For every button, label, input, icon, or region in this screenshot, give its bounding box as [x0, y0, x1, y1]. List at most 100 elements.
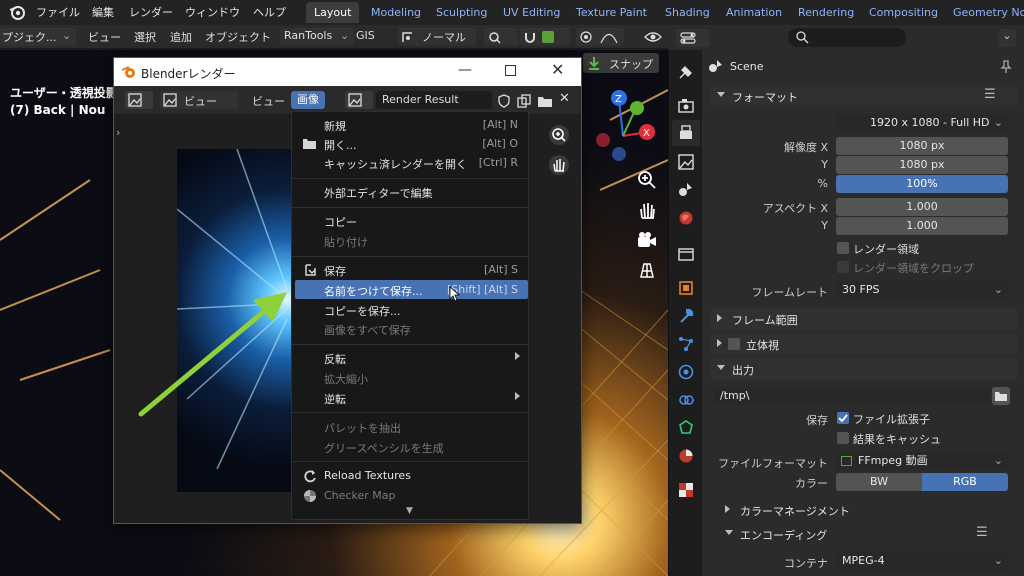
rantools-dropdown[interactable]: RanTools ⌄: [280, 28, 354, 46]
chevron-down-icon[interactable]: ⌄: [998, 29, 1016, 47]
menu-item-invert[interactable]: 反転: [292, 348, 528, 367]
menu-view[interactable]: ビュー: [88, 29, 121, 45]
camera-view-icon[interactable]: [636, 230, 658, 250]
duplicate-icon[interactable]: [517, 94, 531, 108]
render-window-titlebar[interactable]: Blenderレンダー — ✕: [114, 58, 581, 86]
folder-icon[interactable]: [537, 94, 553, 108]
file-format-dropdown[interactable]: FFmpeg 動画 ⌄: [836, 452, 1008, 470]
pin-icon[interactable]: [1000, 60, 1012, 74]
snap-button[interactable]: スナップ: [583, 53, 659, 73]
tab-layout[interactable]: Layout: [306, 2, 360, 23]
color-management-subsection[interactable]: カラーマネージメント: [718, 499, 1018, 521]
menu-edit[interactable]: 編集: [92, 4, 114, 20]
maximize-button[interactable]: [505, 65, 516, 76]
menu-item-open-cached-render[interactable]: キャッシュ済レンダーを開く [Ctrl] R: [292, 153, 528, 172]
stereoscopy-checkbox[interactable]: [728, 338, 740, 350]
resolution-percent-slider[interactable]: 100%: [836, 175, 1008, 193]
tab-animation[interactable]: Animation: [718, 2, 790, 23]
pivot-dropdown[interactable]: [484, 28, 518, 46]
format-preset-dropdown[interactable]: 1920 x 1080 - Full HD ⌄: [836, 114, 1008, 132]
menu-item-copy[interactable]: コピー: [292, 211, 528, 230]
tab-modeling[interactable]: Modeling: [363, 2, 429, 23]
output-section-header[interactable]: 出力: [710, 358, 1018, 380]
view-layer-tab-icon[interactable]: [678, 154, 694, 170]
format-section-header[interactable]: フォーマット ☰: [710, 85, 1018, 107]
menu-item-new[interactable]: 新規 [Alt] N: [292, 115, 528, 134]
editor-type-dropdown[interactable]: [125, 91, 153, 109]
tab-rendering[interactable]: Rendering: [790, 2, 862, 23]
resolution-y-field[interactable]: 1080 px: [836, 156, 1008, 174]
image-browse-button[interactable]: [345, 91, 373, 109]
tab-sculpting[interactable]: Sculpting: [428, 2, 495, 23]
menu-item-save-copy[interactable]: コピーを保存...: [292, 300, 528, 319]
menu-window[interactable]: ウィンドウ: [185, 4, 240, 20]
menu-select[interactable]: 選択: [134, 29, 156, 45]
blender-logo-icon[interactable]: [8, 3, 26, 21]
particles-tab-icon[interactable]: [678, 336, 694, 352]
encoding-subsection[interactable]: エンコーディング ☰: [718, 523, 1018, 545]
world-tab-icon[interactable]: [678, 210, 694, 226]
frame-range-section-header[interactable]: フレーム範囲: [710, 308, 1018, 330]
tab-uv-editing[interactable]: UV Editing: [495, 2, 568, 23]
modifier-wrench-icon[interactable]: [678, 308, 694, 324]
object-tab-icon[interactable]: [678, 280, 694, 296]
zoom-icon[interactable]: [548, 124, 570, 146]
data-tab-icon[interactable]: [678, 420, 694, 436]
tab-geometry-nodes[interactable]: Geometry No: [945, 2, 1024, 23]
container-dropdown[interactable]: MPEG-4 ⌄: [836, 552, 1008, 570]
minimize-button[interactable]: —: [458, 62, 472, 78]
transform-orientation-dropdown[interactable]: ノーマル: [398, 28, 476, 46]
unlink-close-icon[interactable]: ✕: [559, 91, 570, 106]
scene-tab-icon[interactable]: [678, 181, 694, 197]
resolution-x-field[interactable]: 1080 px: [836, 137, 1008, 155]
navigation-gizmo[interactable]: Z X: [585, 88, 665, 168]
zoom-icon[interactable]: [637, 170, 657, 190]
aspect-y-field[interactable]: 1.000: [836, 217, 1008, 235]
framerate-dropdown[interactable]: 30 FPS ⌄: [836, 281, 1008, 299]
render-region-checkbox[interactable]: [837, 242, 849, 254]
color-rgb-button[interactable]: RGB: [922, 473, 1008, 491]
color-bw-button[interactable]: BW: [836, 473, 922, 491]
preset-list-icon[interactable]: ☰: [984, 87, 996, 102]
snap-dropdown[interactable]: [520, 28, 570, 46]
tab-compositing[interactable]: Compositing: [861, 2, 946, 23]
cache-result-checkbox[interactable]: [837, 432, 849, 444]
sidebar-toggle-icon[interactable]: ›: [116, 126, 120, 139]
collection-tab-icon[interactable]: [678, 246, 694, 262]
visibility-eye-icon[interactable]: [644, 30, 662, 44]
image-name-field[interactable]: Render Result: [376, 91, 492, 109]
menu-object[interactable]: オブジェクト: [205, 29, 271, 45]
proportional-edit[interactable]: [576, 28, 624, 46]
menu-help[interactable]: ヘルプ: [253, 4, 286, 20]
constraints-tab-icon[interactable]: [678, 392, 694, 408]
pan-hand-icon[interactable]: [548, 154, 570, 176]
menu-gis[interactable]: GIS: [356, 29, 375, 42]
file-extension-checkbox[interactable]: [837, 412, 849, 424]
menu-item-flip[interactable]: 逆転: [292, 388, 528, 407]
menu-view[interactable]: ビュー: [252, 93, 285, 109]
output-tab-active[interactable]: [672, 120, 700, 146]
preset-list-icon[interactable]: ☰: [976, 525, 988, 540]
editor-type-dropdown[interactable]: [676, 29, 710, 47]
menu-image[interactable]: 画像: [291, 91, 325, 109]
stereoscopy-section-header[interactable]: 立体視: [710, 333, 1018, 355]
menu-add[interactable]: 追加: [170, 29, 192, 45]
tab-texture-paint[interactable]: Texture Paint: [568, 2, 655, 23]
tool-tab-icon[interactable]: [678, 64, 694, 80]
material-tab-icon[interactable]: [678, 448, 694, 464]
ortho-grid-icon[interactable]: [637, 260, 657, 280]
menu-item-save[interactable]: 保存 [Alt] S: [292, 260, 528, 279]
output-path-input[interactable]: /tmp\: [714, 387, 990, 405]
scroll-down-icon[interactable]: ▼: [406, 506, 413, 516]
tab-shading[interactable]: Shading: [657, 2, 718, 23]
render-tab-icon[interactable]: [678, 98, 694, 114]
shield-icon[interactable]: [497, 94, 511, 108]
property-search-input[interactable]: [788, 28, 906, 47]
menu-file[interactable]: ファイル: [36, 4, 80, 20]
pan-hand-icon[interactable]: [637, 200, 657, 220]
texture-tab-icon[interactable]: [678, 482, 694, 498]
view-mode-dropdown[interactable]: ビュー: [160, 91, 238, 109]
close-window-button[interactable]: ✕: [551, 60, 564, 79]
menu-item-save-as[interactable]: 名前をつけて保存... [Shift] [Alt] S: [295, 280, 528, 299]
mode-dropdown[interactable]: プジェク... ⌄: [0, 28, 76, 46]
